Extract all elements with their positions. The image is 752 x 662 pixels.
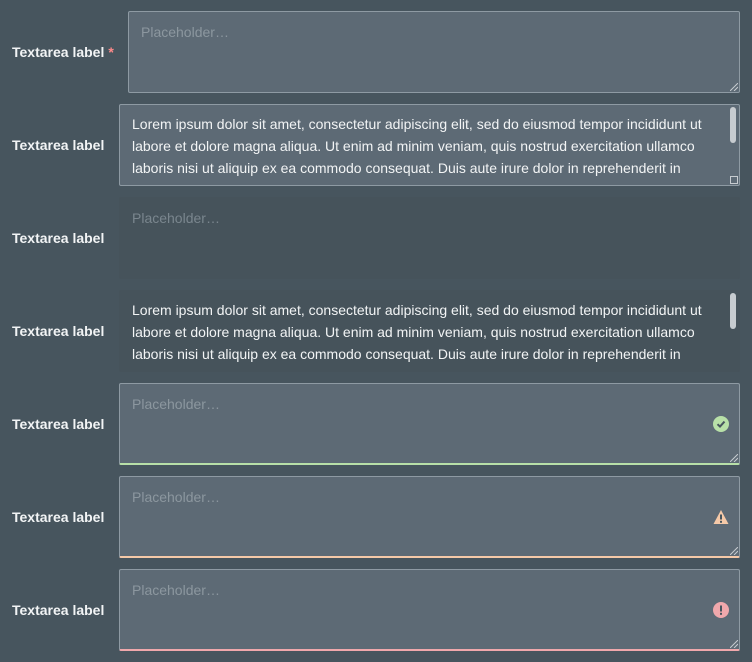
textarea-row-error: Textarea label Placeholder… <box>0 569 752 651</box>
textarea-label: Textarea label <box>12 602 105 618</box>
textarea-row-filled: Textarea label Lorem ipsum dolor sit ame… <box>0 104 752 186</box>
textarea-error[interactable]: Placeholder… <box>119 569 740 651</box>
textarea-label: Textarea label <box>12 230 105 246</box>
textarea-label: Textarea label * <box>12 44 114 60</box>
textarea-row-required: Textarea label * Placeholder… <box>0 11 752 93</box>
resize-grip-icon[interactable] <box>730 547 738 555</box>
textarea-row-success: Textarea label Placeholder… <box>0 383 752 465</box>
resize-grip-icon[interactable] <box>730 454 738 462</box>
textarea-placeholder: Placeholder… <box>132 582 220 598</box>
textarea-row-disabled: Textarea label Placeholder… <box>0 197 752 279</box>
scrollbar-thumb[interactable] <box>730 107 736 143</box>
textarea-label: Textarea label <box>12 137 105 153</box>
textarea-label: Textarea label <box>12 509 105 525</box>
textarea-placeholder: Placeholder… <box>132 396 220 412</box>
resize-grip-icon[interactable] <box>730 640 738 648</box>
textarea-readonly[interactable]: Lorem ipsum dolor sit amet, consectetur … <box>119 290 740 372</box>
textarea-placeholder: Placeholder… <box>132 489 220 505</box>
textarea-filled[interactable]: Lorem ipsum dolor sit amet, consectetur … <box>119 104 740 186</box>
textarea-warning[interactable]: Placeholder… <box>119 476 740 558</box>
textarea-success[interactable]: Placeholder… <box>119 383 740 465</box>
required-asterisk: * <box>108 44 114 60</box>
textarea-label-text: Textarea label <box>12 44 105 60</box>
check-circle-icon <box>713 415 729 432</box>
resize-grip-icon[interactable] <box>730 83 738 91</box>
textarea-label: Textarea label <box>12 416 105 432</box>
textarea-required[interactable]: Placeholder… <box>128 11 740 93</box>
textarea-row-readonly: Textarea label Lorem ipsum dolor sit ame… <box>0 290 752 372</box>
textarea-label: Textarea label <box>12 323 105 339</box>
textarea-disabled: Placeholder… <box>119 197 740 279</box>
textarea-value: Lorem ipsum dolor sit amet, consectetur … <box>132 116 702 185</box>
error-circle-icon <box>713 601 729 618</box>
textarea-placeholder: Placeholder… <box>132 210 220 226</box>
textarea-value: Lorem ipsum dolor sit amet, consectetur … <box>132 302 702 371</box>
warning-triangle-icon <box>713 509 729 524</box>
resize-grip-icon[interactable] <box>730 176 738 184</box>
textarea-placeholder: Placeholder… <box>141 24 229 40</box>
scrollbar-thumb[interactable] <box>730 293 736 329</box>
textarea-row-warning: Textarea label Placeholder… <box>0 476 752 558</box>
